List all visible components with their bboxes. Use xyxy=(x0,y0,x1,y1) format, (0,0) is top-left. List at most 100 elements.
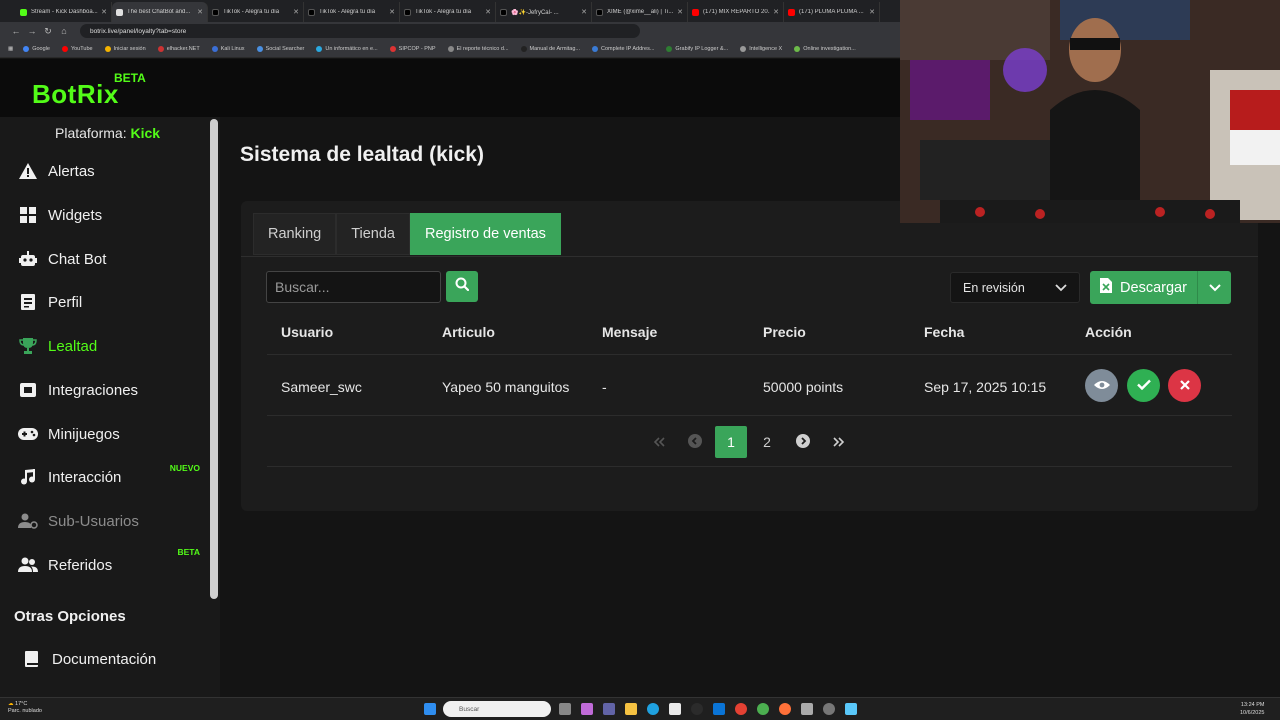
url-field[interactable]: botrix.live/panel/loyalty?tab=store xyxy=(80,24,640,38)
bookmark-item[interactable]: elhacker.NET xyxy=(157,45,200,52)
forward-icon[interactable]: → xyxy=(24,26,40,36)
book-icon xyxy=(22,650,42,668)
browser-tab[interactable]: (171) MIX REPARTO 20... ✕ xyxy=(688,2,784,22)
column-header-usuario[interactable]: Usuario xyxy=(281,324,333,340)
sidebar-item-minijuegos[interactable]: Minijuegos xyxy=(18,422,208,446)
tab-tienda[interactable]: Tienda xyxy=(336,213,411,255)
search-button[interactable] xyxy=(446,271,478,302)
tab-ranking[interactable]: Ranking xyxy=(253,213,337,255)
sidebar-item-referidos[interactable]: Referidos BETA xyxy=(18,547,208,577)
close-icon[interactable]: ✕ xyxy=(197,8,203,16)
bookmark-item[interactable]: Google xyxy=(23,45,50,52)
browser-tab[interactable]: TikTok - Alegra tu día ✕ xyxy=(208,2,304,22)
status-select[interactable]: En revisión xyxy=(950,272,1080,303)
browser-tab[interactable]: TikTok - Alegra tu día ✕ xyxy=(400,2,496,22)
column-header-articulo[interactable]: Articulo xyxy=(442,324,495,340)
home-icon[interactable]: ⌂ xyxy=(56,26,72,36)
browser-tab-active[interactable]: The best ChatBot and... ✕ xyxy=(112,2,208,22)
bookmark-item[interactable]: Iniciar sesión xyxy=(104,45,146,52)
bookmark-item[interactable]: Grabify IP Logger &... xyxy=(666,45,728,52)
firefox-icon[interactable] xyxy=(779,703,791,715)
store-icon[interactable] xyxy=(669,703,681,715)
tiktok-favicon-icon xyxy=(500,8,507,16)
bookmark-item[interactable]: El reporte técnico d... xyxy=(447,45,509,52)
obs-icon[interactable] xyxy=(691,703,703,715)
edge-icon[interactable] xyxy=(647,703,659,715)
botrix-logo[interactable]: BotRix xyxy=(32,79,119,110)
taskbar-search[interactable]: Buscar xyxy=(443,701,551,717)
close-icon[interactable]: ✕ xyxy=(485,8,491,16)
bookmark-item[interactable]: Un informático en e... xyxy=(316,45,378,52)
download-button-group: Descargar xyxy=(1090,271,1231,304)
browser-tab[interactable]: XIME (@xime__ali) | Ti... ✕ xyxy=(592,2,688,22)
sidebar-item-lealtad[interactable]: Lealtad xyxy=(18,334,208,358)
close-icon[interactable]: ✕ xyxy=(773,8,779,16)
download-dropdown-toggle[interactable] xyxy=(1198,271,1231,304)
back-icon[interactable]: ← xyxy=(8,26,24,36)
pagination-prev[interactable] xyxy=(681,426,709,458)
search-input[interactable] xyxy=(266,271,441,303)
sidebar-item-perfil[interactable]: Perfil xyxy=(18,290,208,314)
bookmark-item[interactable]: Intelligence X xyxy=(740,45,782,52)
sidebar-item-alertas[interactable]: Alertas xyxy=(18,159,208,183)
view-button[interactable] xyxy=(1085,369,1118,402)
close-icon[interactable]: ✕ xyxy=(581,8,587,16)
browser-tab[interactable]: (171) PLUMA PLUMA ... ✕ xyxy=(784,2,880,22)
close-icon[interactable]: ✕ xyxy=(677,8,683,16)
bookmark-item[interactable]: SIPCOP - PNP xyxy=(389,45,436,52)
bookmark-item[interactable]: Manual de Armitag... xyxy=(520,45,580,52)
approve-button[interactable] xyxy=(1127,369,1160,402)
reject-button[interactable] xyxy=(1168,369,1201,402)
close-icon[interactable]: ✕ xyxy=(389,8,395,16)
excel-file-icon xyxy=(1100,278,1113,297)
tiktok-favicon-icon xyxy=(404,8,411,16)
pagination-next[interactable] xyxy=(789,426,817,458)
pagination-page-2[interactable]: 2 xyxy=(753,426,781,458)
other-options-title: Otras Opciones xyxy=(14,608,126,625)
apps-icon[interactable]: ▦ xyxy=(8,46,13,52)
sidebar-item-interaccion[interactable]: Interacción NUEVO xyxy=(18,463,208,489)
browser-tab[interactable]: Stream - Kick Dashboa... ✕ xyxy=(16,2,112,22)
task-view-icon[interactable] xyxy=(559,703,571,715)
bookmark-item[interactable]: Kali Linux xyxy=(211,45,245,52)
tab-registro-de-ventas[interactable]: Registro de ventas xyxy=(410,213,561,255)
close-icon[interactable]: ✕ xyxy=(293,8,299,16)
bookmark-item[interactable]: Complete IP Addres... xyxy=(592,45,654,52)
sidebar-item-widgets[interactable]: Widgets xyxy=(18,203,208,227)
bookmark-item[interactable]: Social Searcher xyxy=(256,45,304,52)
vscode-icon[interactable] xyxy=(713,703,725,715)
windows-start-icon[interactable] xyxy=(424,703,436,715)
pagination-last[interactable] xyxy=(825,426,853,458)
pagination-page-1[interactable]: 1 xyxy=(715,426,747,458)
weather-widget[interactable]: ☁ 17°C Parc. nublado xyxy=(8,701,42,715)
column-header-precio[interactable]: Precio xyxy=(763,324,806,340)
tiktok-favicon-icon xyxy=(212,8,219,16)
download-button[interactable]: Descargar xyxy=(1090,271,1198,304)
column-header-fecha[interactable]: Fecha xyxy=(924,324,964,340)
xbox-icon[interactable] xyxy=(757,703,769,715)
notepad-icon[interactable] xyxy=(845,703,857,715)
sidebar-item-chat-bot[interactable]: Chat Bot xyxy=(18,247,208,271)
reload-icon[interactable]: ↻ xyxy=(40,26,56,37)
teams-icon[interactable] xyxy=(603,703,615,715)
sidebar-item-sub-usuarios[interactable]: Sub-Usuarios xyxy=(18,509,208,533)
pagination-first[interactable] xyxy=(645,426,673,458)
sidebar-item-documentacion[interactable]: Documentación xyxy=(18,647,208,671)
check-icon xyxy=(1136,377,1151,395)
column-header-mensaje[interactable]: Mensaje xyxy=(602,324,657,340)
close-icon[interactable]: ✕ xyxy=(869,8,875,16)
sidebar-item-integraciones[interactable]: Integraciones xyxy=(18,378,208,402)
platform-indicator: Plataforma: Kick xyxy=(55,125,161,141)
app-icon[interactable] xyxy=(801,703,813,715)
system-clock[interactable]: 13:24 PM 10/6/2025 xyxy=(1240,701,1264,717)
settings-icon[interactable] xyxy=(823,703,835,715)
file-explorer-icon[interactable] xyxy=(625,703,637,715)
bookmark-item[interactable]: Online investigation... xyxy=(794,45,856,52)
browser-tab[interactable]: TikTok - Alegra tu día ✕ xyxy=(304,2,400,22)
chrome-icon[interactable] xyxy=(735,703,747,715)
bookmark-item[interactable]: YouTube xyxy=(61,45,93,52)
browser-tab[interactable]: 🌸✨-JefryCal- ... ✕ xyxy=(496,2,592,22)
close-icon[interactable]: ✕ xyxy=(101,8,107,16)
copilot-icon[interactable] xyxy=(581,703,593,715)
sidebar-scrollbar[interactable] xyxy=(210,119,218,599)
